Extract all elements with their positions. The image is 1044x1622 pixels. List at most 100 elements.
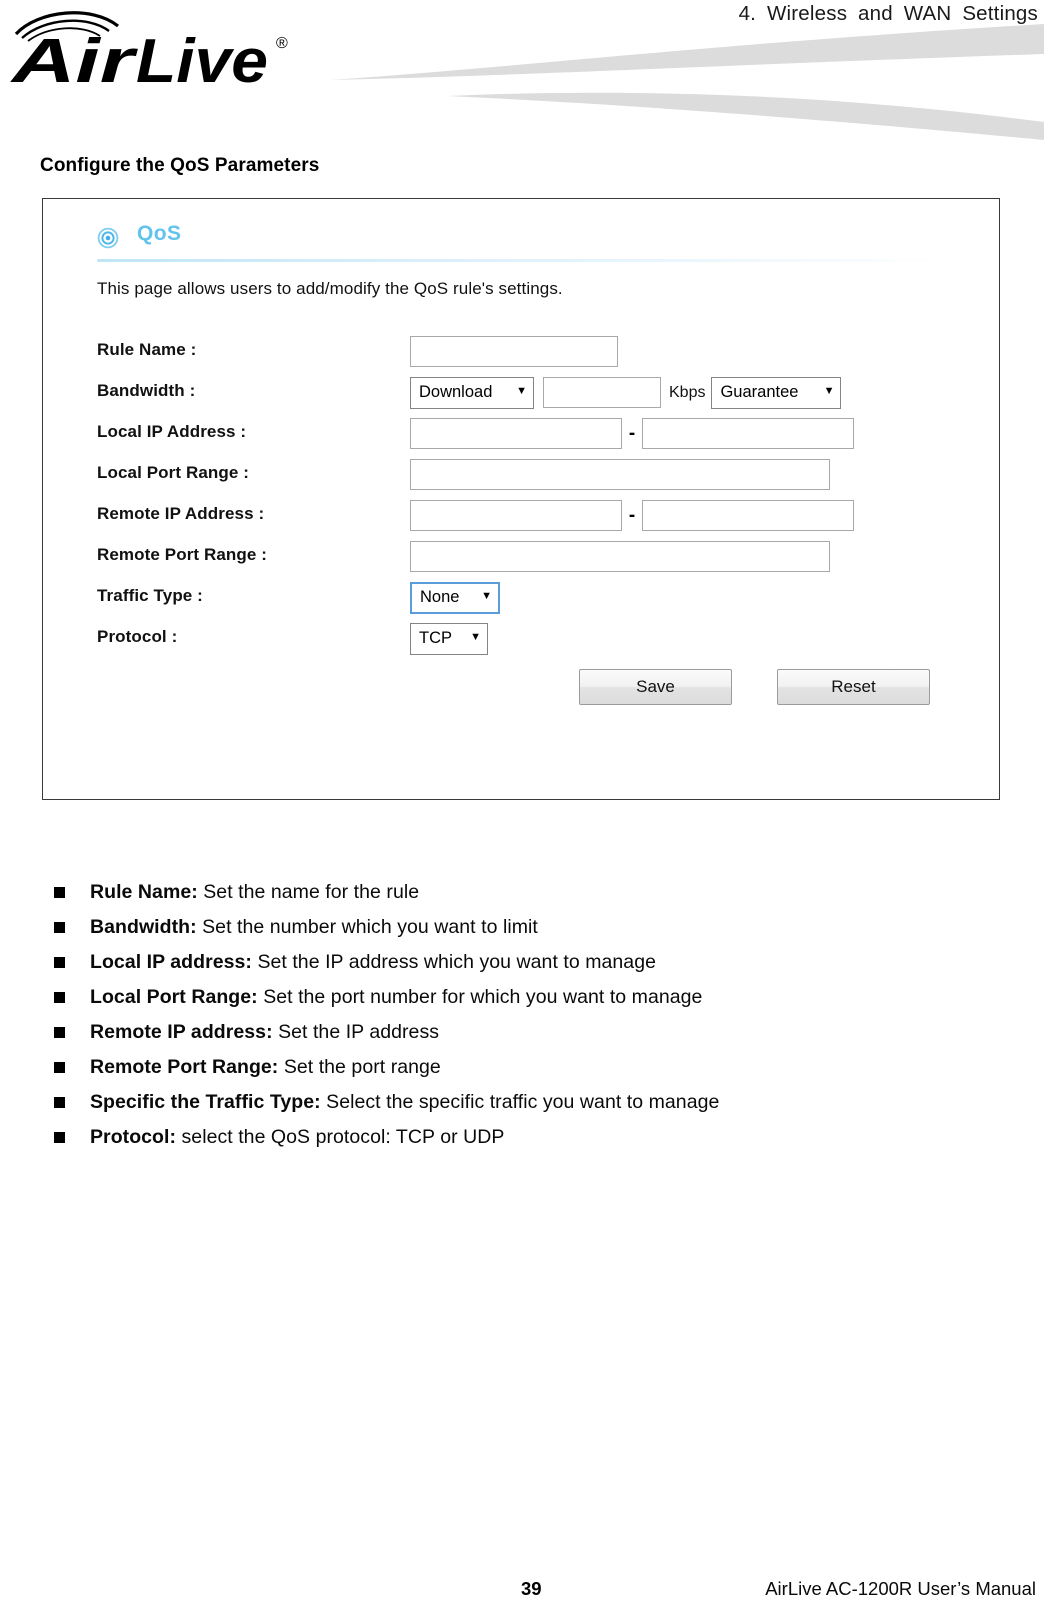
svg-text:Live: Live bbox=[136, 27, 268, 96]
list-item: Rule Name: Set the name for the rule bbox=[44, 880, 994, 905]
list-item: Local Port Range: Set the port number fo… bbox=[44, 985, 994, 1010]
traffic-type-controls: None ▼ bbox=[410, 577, 500, 618]
form-row-rule-name: Rule Name : bbox=[97, 331, 942, 372]
square-bullet-icon bbox=[54, 1062, 65, 1073]
bandwidth-mode-select[interactable]: Guarantee ▼ bbox=[711, 376, 842, 409]
list-item-description: Set the port number for which you want t… bbox=[263, 986, 703, 1008]
bandwidth-value-input[interactable] bbox=[543, 377, 661, 408]
svg-text:Air: Air bbox=[9, 27, 138, 96]
qos-panel-header: QoS bbox=[97, 221, 942, 263]
square-bullet-icon bbox=[54, 992, 65, 1003]
remote-port-range-input[interactable] bbox=[410, 541, 830, 572]
square-bullet-icon bbox=[54, 1097, 65, 1108]
protocol-controls: TCP ▼ bbox=[410, 618, 488, 659]
airlive-logo: Air Live ® bbox=[9, 11, 288, 96]
local-ip-start-input[interactable] bbox=[410, 418, 622, 449]
qos-title-underline bbox=[97, 259, 942, 262]
bandwidth-mode-value: Guarantee bbox=[720, 383, 799, 401]
bandwidth-unit-label: Kbps bbox=[669, 383, 706, 401]
remote-ip-range-separator: - bbox=[628, 505, 636, 526]
qos-panel-description: This page allows users to add/modify the… bbox=[97, 279, 563, 298]
list-item: Bandwidth: Set the number which you want… bbox=[44, 915, 994, 940]
list-item-description: select the QoS protocol: TCP or UDP bbox=[181, 1126, 505, 1148]
form-row-traffic-type: Traffic Type : None ▼ bbox=[97, 577, 942, 618]
form-row-remote-ip: Remote IP Address : - bbox=[97, 495, 942, 536]
chevron-down-icon: ▼ bbox=[823, 385, 835, 397]
rule-name-label: Rule Name : bbox=[97, 340, 197, 359]
list-item-description: Set the IP address which you want to man… bbox=[257, 951, 656, 973]
protocol-value: TCP bbox=[419, 629, 452, 647]
local-port-range-label: Local Port Range : bbox=[97, 463, 249, 482]
remote-ip-start-input[interactable] bbox=[410, 500, 622, 531]
form-row-local-ip: Local IP Address : - bbox=[97, 413, 942, 454]
parameter-description-list: Rule Name: Set the name for the rule Ban… bbox=[44, 880, 994, 1160]
remote-ip-controls: - bbox=[410, 495, 854, 536]
square-bullet-icon bbox=[54, 957, 65, 968]
list-item-term: Local Port Range: bbox=[90, 986, 258, 1008]
registered-mark: ® bbox=[276, 35, 288, 52]
local-ip-label: Local IP Address : bbox=[97, 422, 247, 441]
remote-ip-label: Remote IP Address : bbox=[97, 504, 265, 523]
bandwidth-direction-value: Download bbox=[419, 383, 493, 401]
protocol-label: Protocol : bbox=[97, 627, 178, 646]
remote-port-range-controls bbox=[410, 536, 830, 577]
list-item-term: Specific the Traffic Type: bbox=[90, 1091, 321, 1113]
local-ip-controls: - bbox=[410, 413, 854, 454]
page-footer: 39 AirLive AC-1200R User’s Manual bbox=[0, 1578, 1044, 1612]
list-item-description: Set the port range bbox=[283, 1056, 441, 1078]
list-item: Local IP address: Set the IP address whi… bbox=[44, 950, 994, 975]
qos-form: Rule Name : Bandwidth : Download ▼ Kbps … bbox=[97, 331, 942, 711]
list-item: Remote Port Range: Set the port range bbox=[44, 1055, 994, 1080]
page-header: 4. Wireless and WAN Settings Air Live ® bbox=[0, 0, 1044, 140]
bandwidth-label: Bandwidth : bbox=[97, 381, 196, 400]
chevron-down-icon: ▼ bbox=[481, 590, 492, 602]
header-swoosh-graphic bbox=[330, 24, 1044, 140]
chevron-down-icon: ▼ bbox=[516, 385, 527, 397]
square-bullet-icon bbox=[54, 1027, 65, 1038]
remote-ip-end-input[interactable] bbox=[642, 500, 854, 531]
remote-port-range-label: Remote Port Range : bbox=[97, 545, 268, 564]
local-ip-end-input[interactable] bbox=[642, 418, 854, 449]
target-icon bbox=[97, 227, 119, 249]
page-number: 39 bbox=[521, 1578, 542, 1599]
qos-settings-panel: QoS This page allows users to add/modify… bbox=[42, 198, 1000, 800]
manual-title: AirLive AC-1200R User’s Manual bbox=[765, 1578, 1036, 1599]
bandwidth-controls: Download ▼ Kbps Guarantee ▼ bbox=[410, 372, 842, 413]
square-bullet-icon bbox=[54, 1132, 65, 1143]
rule-name-controls bbox=[410, 331, 618, 372]
page-title: Configure the QoS Parameters bbox=[40, 155, 320, 176]
rule-name-input[interactable] bbox=[410, 336, 618, 367]
chevron-down-icon: ▼ bbox=[470, 631, 481, 643]
list-item: Remote IP address: Set the IP address bbox=[44, 1020, 994, 1045]
reset-button[interactable]: Reset bbox=[777, 669, 930, 705]
form-row-remote-port-range: Remote Port Range : bbox=[97, 536, 942, 577]
list-item-term: Protocol: bbox=[90, 1126, 177, 1148]
list-item-description: Set the IP address bbox=[278, 1021, 440, 1043]
form-actions: Save Reset bbox=[97, 659, 942, 711]
traffic-type-select[interactable]: None ▼ bbox=[410, 581, 500, 614]
local-port-range-input[interactable] bbox=[410, 459, 830, 490]
protocol-select[interactable]: TCP ▼ bbox=[410, 622, 488, 655]
list-item: Protocol: select the QoS protocol: TCP o… bbox=[44, 1125, 994, 1150]
square-bullet-icon bbox=[54, 887, 65, 898]
traffic-type-value: None bbox=[420, 588, 460, 606]
bandwidth-direction-select[interactable]: Download ▼ bbox=[410, 376, 534, 409]
list-item-description: Select the specific traffic you want to … bbox=[326, 1091, 720, 1113]
list-item-description: Set the name for the rule bbox=[203, 881, 420, 903]
save-button[interactable]: Save bbox=[579, 669, 732, 705]
list-item: Specific the Traffic Type: Select the sp… bbox=[44, 1090, 994, 1115]
list-item-term: Remote Port Range: bbox=[90, 1056, 279, 1078]
list-item-description: Set the number which you want to limit bbox=[202, 916, 538, 938]
list-item-term: Remote IP address: bbox=[90, 1021, 273, 1043]
square-bullet-icon bbox=[54, 922, 65, 933]
list-item-term: Local IP address: bbox=[90, 951, 252, 973]
form-row-local-port-range: Local Port Range : bbox=[97, 454, 942, 495]
form-row-bandwidth: Bandwidth : Download ▼ Kbps Guarantee ▼ bbox=[97, 372, 942, 413]
form-row-protocol: Protocol : TCP ▼ bbox=[97, 618, 942, 659]
traffic-type-label: Traffic Type : bbox=[97, 586, 203, 605]
list-item-term: Bandwidth: bbox=[90, 916, 197, 938]
qos-panel-title: QoS bbox=[137, 222, 182, 245]
local-ip-range-separator: - bbox=[628, 423, 636, 444]
list-item-term: Rule Name: bbox=[90, 881, 198, 903]
local-port-range-controls bbox=[410, 454, 830, 495]
